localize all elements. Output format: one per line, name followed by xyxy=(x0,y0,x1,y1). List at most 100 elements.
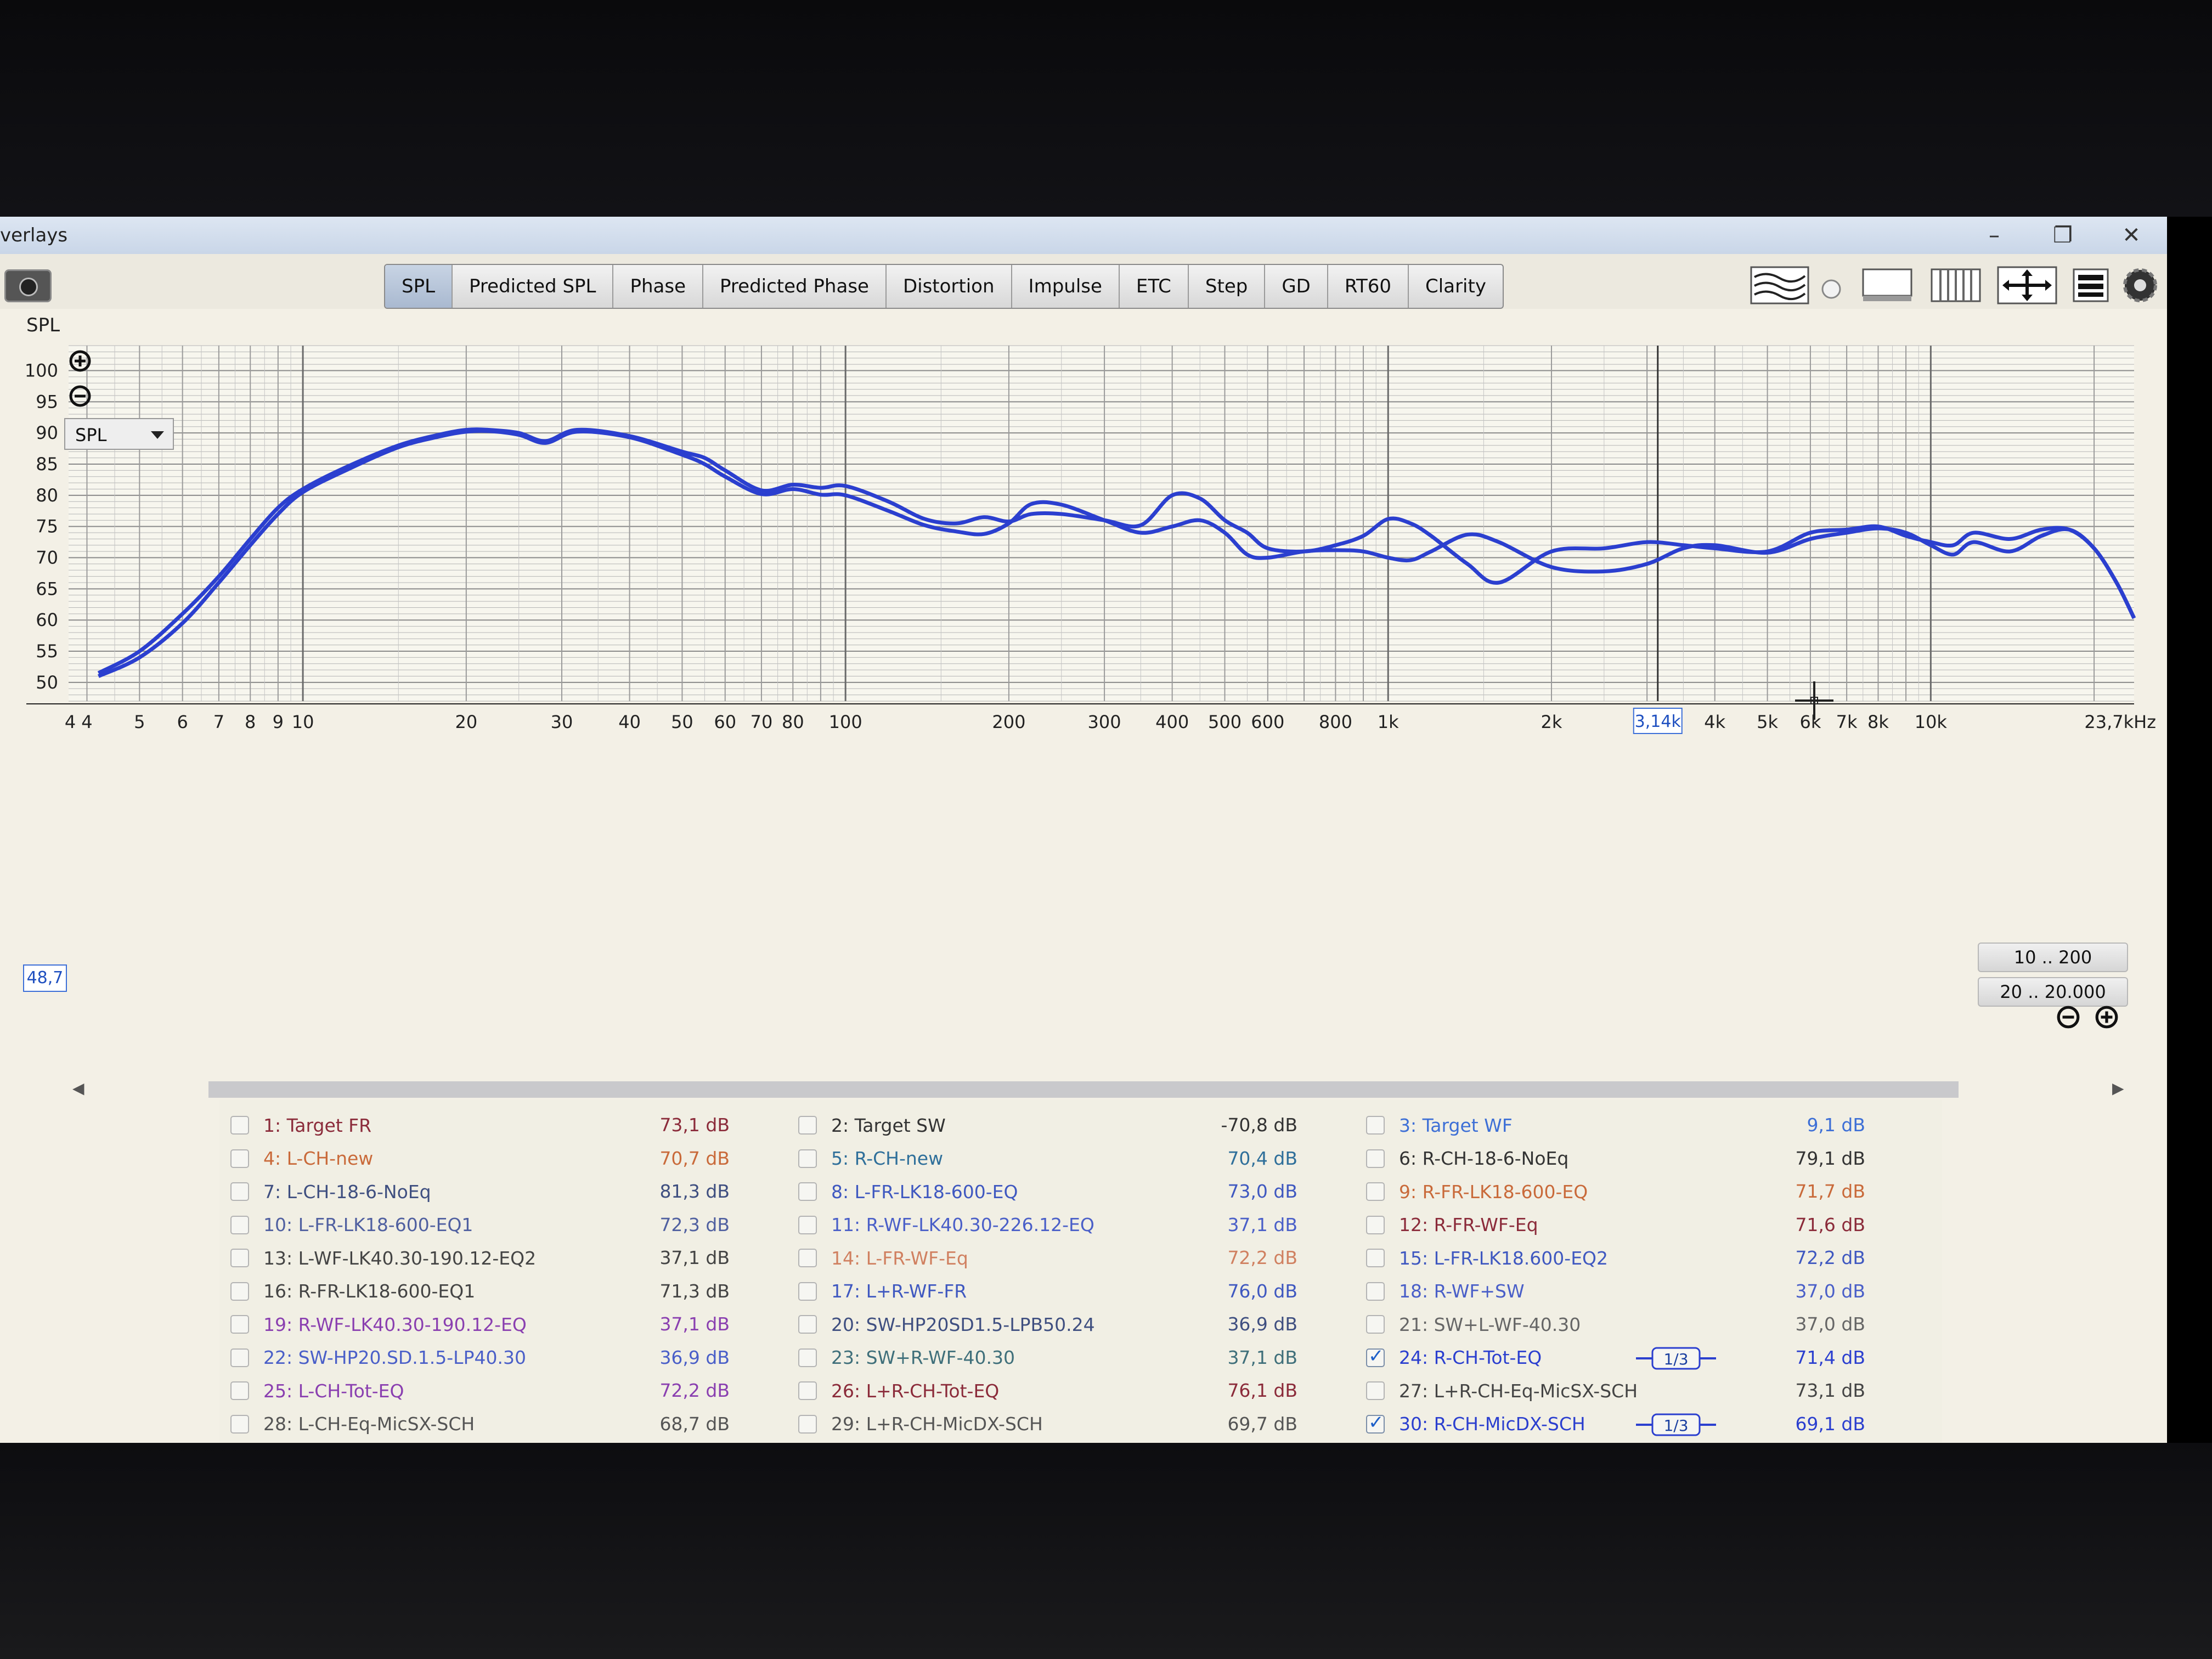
legend-item[interactable]: 30: R-CH-MicDX-SCH xyxy=(1366,1409,1585,1440)
zoom-out-icon[interactable] xyxy=(69,385,92,408)
legend-checkbox[interactable] xyxy=(798,1149,817,1168)
legend-checkbox[interactable] xyxy=(798,1182,817,1201)
scroll-left-icon[interactable]: ◀ xyxy=(72,1079,84,1097)
window-layout-icon[interactable] xyxy=(1860,266,1915,304)
columns-icon[interactable] xyxy=(1928,266,1983,304)
spl-dropdown[interactable]: SPL xyxy=(64,418,174,450)
legend-item[interactable]: 14: L-FR-WF-Eq xyxy=(798,1243,968,1273)
spl-graph[interactable]: 100 95 90 85 80 75 70 65 60 55 50 4 4 5 6 7 8 9 10 20 30 40 5… xyxy=(0,337,2167,754)
legend-checkbox[interactable] xyxy=(230,1249,249,1267)
legend-item[interactable]: 22: SW-HP20.SD.1.5-LP40.30 xyxy=(230,1342,526,1373)
waterfall-icon[interactable] xyxy=(1750,266,1809,304)
legend-checkbox[interactable] xyxy=(230,1182,249,1201)
legend-item[interactable]: 5: R-CH-new xyxy=(798,1143,943,1174)
x-zoom-in-icon[interactable] xyxy=(2095,1005,2119,1029)
legend-item[interactable]: 21: SW+L-WF-40.30 xyxy=(1366,1309,1581,1340)
legend-value: 72,2 dB xyxy=(1795,1247,1865,1268)
legend-item[interactable]: 29: L+R-CH-MicDX-SCH xyxy=(798,1409,1043,1440)
legend-item[interactable]: 25: L-CH-Tot-EQ xyxy=(230,1375,404,1406)
legend-checkbox[interactable] xyxy=(798,1381,817,1400)
tab-predicted-spl[interactable]: Predicted SPL xyxy=(453,265,614,308)
smoothing-badge[interactable]: 1/3 xyxy=(1635,1345,1717,1372)
legend-checkbox[interactable] xyxy=(230,1149,249,1168)
legend-checkbox[interactable] xyxy=(230,1215,249,1234)
legend-item[interactable]: 27: L+R-CH-Eq-MicSX-SCH xyxy=(1366,1375,1638,1406)
stack-icon[interactable] xyxy=(2072,266,2110,304)
legend-value: 79,1 dB xyxy=(1795,1147,1865,1169)
legend-item[interactable]: 24: R-CH-Tot-EQ xyxy=(1366,1342,1542,1373)
maximize-button[interactable]: ❐ xyxy=(2038,220,2087,251)
legend-item[interactable]: 23: SW+R-WF-40.30 xyxy=(798,1342,1015,1373)
cursor-level-readout[interactable]: 48,7 xyxy=(23,964,67,992)
scroll-right-icon[interactable]: ▶ xyxy=(2112,1079,2124,1097)
tab-rt60[interactable]: RT60 xyxy=(1328,265,1409,308)
legend-checkbox[interactable] xyxy=(798,1249,817,1267)
legend-item[interactable]: 17: L+R-WF-FR xyxy=(798,1276,967,1307)
legend-item[interactable]: 2: Target SW xyxy=(798,1110,946,1141)
legend-checkbox[interactable] xyxy=(1366,1381,1385,1400)
legend-checkbox[interactable] xyxy=(230,1381,249,1400)
legend-checkbox[interactable] xyxy=(1366,1282,1385,1301)
legend-item[interactable]: 6: R-CH-18-6-NoEq xyxy=(1366,1143,1568,1174)
scroll-thumb[interactable] xyxy=(208,1081,1959,1098)
tab-predicted-phase[interactable]: Predicted Phase xyxy=(703,265,887,308)
legend-item[interactable]: 18: R-WF+SW xyxy=(1366,1276,1525,1307)
legend-item[interactable]: 11: R-WF-LK40.30-226.12-EQ xyxy=(798,1210,1094,1240)
tab-phase[interactable]: Phase xyxy=(613,265,704,308)
range-20-20000-button[interactable]: 20 .. 20.000 xyxy=(1978,977,2128,1007)
legend-checkbox[interactable] xyxy=(1366,1249,1385,1267)
legend-checkbox[interactable] xyxy=(1366,1315,1385,1334)
legend-checkbox[interactable] xyxy=(230,1315,249,1334)
zoom-in-icon[interactable] xyxy=(69,349,92,373)
legend-item[interactable]: 4: L-CH-new xyxy=(230,1143,373,1174)
smoothing-badge[interactable]: 1/3 xyxy=(1635,1411,1717,1438)
legend-item[interactable]: 19: R-WF-LK40.30-190.12-EQ xyxy=(230,1309,527,1340)
tab-impulse[interactable]: Impulse xyxy=(1012,265,1120,308)
legend-checkbox[interactable] xyxy=(1366,1149,1385,1168)
legend-item[interactable]: 7: L-CH-18-6-NoEq xyxy=(230,1176,431,1207)
gear-icon[interactable] xyxy=(2121,266,2159,304)
legend-checkbox[interactable] xyxy=(1366,1412,1385,1434)
x-zoom-out-icon[interactable] xyxy=(2056,1005,2080,1029)
legend-item[interactable]: 13: L-WF-LK40.30-190.12-EQ2 xyxy=(230,1243,536,1273)
legend-item[interactable]: 3: Target WF xyxy=(1366,1110,1513,1141)
minimize-button[interactable]: – xyxy=(1970,220,2019,251)
frequency-marker-label[interactable]: 3,14k xyxy=(1633,708,1683,734)
tab-etc[interactable]: ETC xyxy=(1120,265,1189,308)
close-button[interactable]: ✕ xyxy=(2107,220,2156,251)
legend-checkbox[interactable] xyxy=(230,1348,249,1367)
legend-item[interactable]: 28: L-CH-Eq-MicSX-SCH xyxy=(230,1409,475,1440)
radio-dot-icon[interactable] xyxy=(1820,278,1842,317)
legend-checkbox[interactable] xyxy=(798,1348,817,1367)
legend-checkbox[interactable] xyxy=(798,1315,817,1334)
legend-item[interactable]: 9: R-FR-LK18-600-EQ xyxy=(1366,1176,1588,1207)
horizontal-scrollbar[interactable]: ◀ ▶ xyxy=(71,1078,2124,1098)
legend-checkbox[interactable] xyxy=(1366,1116,1385,1135)
tab-gd[interactable]: GD xyxy=(1265,265,1328,308)
legend-checkbox[interactable] xyxy=(798,1215,817,1234)
tab-step[interactable]: Step xyxy=(1189,265,1266,308)
tab-clarity[interactable]: Clarity xyxy=(1409,265,1503,308)
legend-item[interactable]: 8: L-FR-LK18-600-EQ xyxy=(798,1176,1018,1207)
legend-item[interactable]: 20: SW-HP20SD1.5-LPB50.24 xyxy=(798,1309,1095,1340)
tab-distortion[interactable]: Distortion xyxy=(887,265,1012,308)
move-arrows-icon[interactable] xyxy=(1997,266,2057,304)
legend-checkbox[interactable] xyxy=(798,1116,817,1135)
legend-checkbox[interactable] xyxy=(1366,1182,1385,1201)
legend-item[interactable]: 12: R-FR-WF-Eq xyxy=(1366,1210,1538,1240)
legend-item[interactable]: 26: L+R-CH-Tot-EQ xyxy=(798,1375,999,1406)
legend-item[interactable]: 10: L-FR-LK18-600-EQ1 xyxy=(230,1210,473,1240)
legend-checkbox[interactable] xyxy=(798,1282,817,1301)
legend-item[interactable]: 16: R-FR-LK18-600-EQ1 xyxy=(230,1276,475,1307)
legend-checkbox[interactable] xyxy=(1366,1345,1385,1367)
legend-checkbox[interactable] xyxy=(230,1414,249,1434)
legend-checkbox[interactable] xyxy=(230,1116,249,1135)
legend-checkbox[interactable] xyxy=(1366,1215,1385,1234)
camera-icon[interactable] xyxy=(4,269,52,302)
legend-checkbox[interactable] xyxy=(798,1414,817,1434)
tab-spl[interactable]: SPL xyxy=(385,265,453,308)
legend-item[interactable]: 15: L-FR-LK18.600-EQ2 xyxy=(1366,1243,1608,1273)
legend-item[interactable]: 1: Target FR xyxy=(230,1110,371,1141)
range-10-200-button[interactable]: 10 .. 200 xyxy=(1978,943,2128,972)
legend-checkbox[interactable] xyxy=(230,1282,249,1301)
